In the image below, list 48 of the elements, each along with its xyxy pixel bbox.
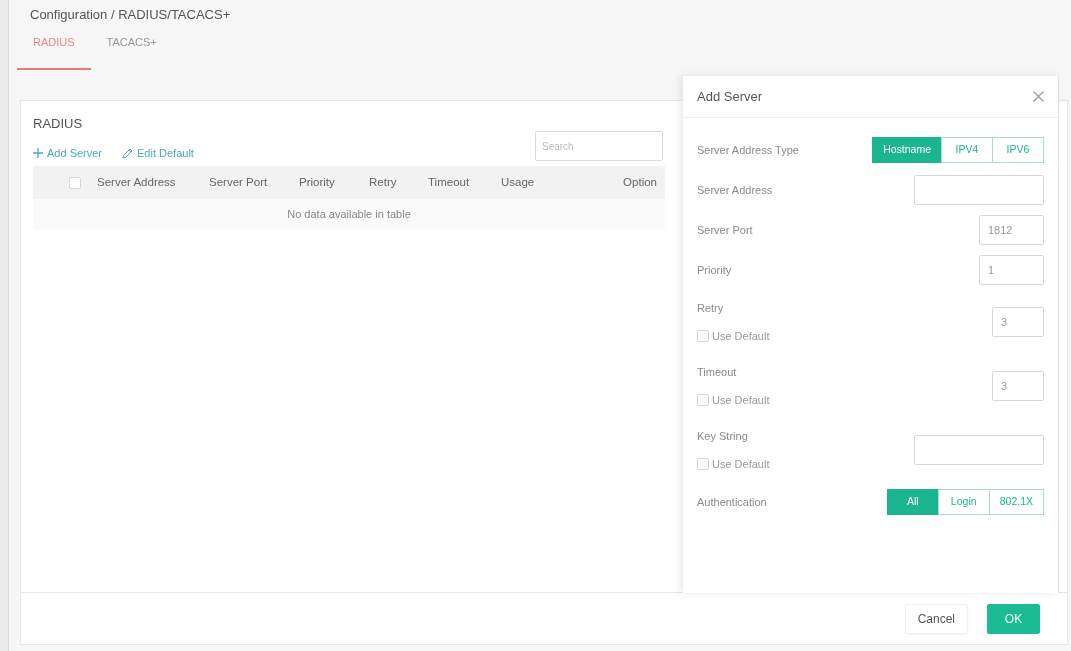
tab[interactable]: RADIUS xyxy=(17,34,91,70)
segment-button[interactable]: IPV6 xyxy=(992,137,1044,163)
search-field[interactable]: Search xyxy=(535,131,663,161)
field-label: Server Address Type xyxy=(697,143,799,158)
input-field[interactable] xyxy=(914,175,1044,205)
breadcrumb: Configuration / RADIUS/TACACS+ xyxy=(30,6,231,24)
input-field[interactable]: 3 xyxy=(992,371,1044,401)
field-label: Priority xyxy=(697,263,732,278)
edit-link[interactable]: Edit Default xyxy=(122,145,194,161)
segment-button[interactable]: 802.1X xyxy=(988,489,1044,515)
cancel-button[interactable]: Cancel xyxy=(904,603,968,634)
column-header: Server Address xyxy=(93,166,205,199)
confirm-button[interactable]: OK xyxy=(987,603,1040,634)
input-field[interactable]: 1 xyxy=(979,255,1044,285)
field-label: Authentication xyxy=(697,495,767,510)
column-header: Usage xyxy=(497,166,577,199)
checkbox[interactable] xyxy=(697,394,709,406)
add-link[interactable]: Add Server xyxy=(33,145,103,161)
checkbox-label[interactable]: Use Default xyxy=(712,456,770,472)
column-header: Retry xyxy=(365,166,424,199)
tab[interactable]: TACACS+ xyxy=(90,34,173,70)
checkbox-label[interactable]: Use Default xyxy=(712,392,770,408)
segment-button[interactable]: All xyxy=(886,489,939,515)
checkbox[interactable] xyxy=(69,176,81,189)
column-header: Priority xyxy=(295,166,365,199)
checkbox[interactable] xyxy=(697,330,709,342)
empty-table-message: No data available in table xyxy=(287,206,411,222)
column-header: Server Port xyxy=(205,166,295,199)
segment-button[interactable]: IPV4 xyxy=(941,137,993,163)
segment-button[interactable]: Login xyxy=(937,489,990,515)
panel-title: RADIUS xyxy=(33,115,83,132)
input-field[interactable] xyxy=(914,435,1044,465)
field-label: Server Port xyxy=(697,223,753,238)
pencil-icon xyxy=(122,147,134,159)
close-icon[interactable] xyxy=(1033,91,1044,102)
input-field[interactable]: 1812 xyxy=(979,215,1044,245)
field-label: Key String xyxy=(697,429,748,444)
field-label: Server Address xyxy=(697,183,773,198)
field-label: Retry xyxy=(697,301,724,316)
input-field[interactable]: 3 xyxy=(992,307,1044,337)
plus-icon xyxy=(33,148,43,158)
column-header: Option xyxy=(576,166,665,199)
segment-button[interactable]: Hostname xyxy=(872,137,942,163)
column-header: Timeout xyxy=(424,166,497,199)
checkbox-label[interactable]: Use Default xyxy=(712,328,770,344)
checkbox[interactable] xyxy=(697,458,709,470)
field-label: Timeout xyxy=(697,365,737,380)
drawer-title: Add Server xyxy=(697,87,763,106)
